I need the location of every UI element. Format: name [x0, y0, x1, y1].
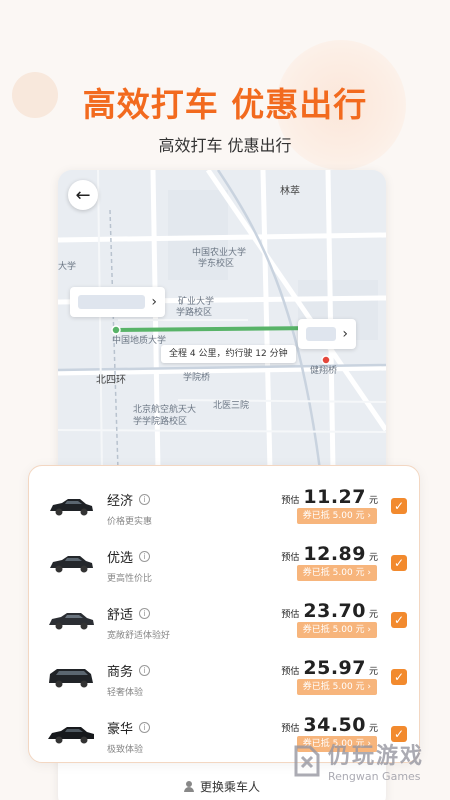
watermark-logo-icon	[294, 745, 320, 776]
switch-passenger-label: 更换乘车人	[199, 779, 260, 794]
map-label-buaa-campus: 学学院路校区	[133, 417, 188, 427]
checkbox-comfort[interactable]: ✓	[391, 612, 407, 628]
map-label-agri-campus: 学东校区	[198, 259, 235, 269]
car-option-economy[interactable]: 经济 i 价格更实惠 预估 11.27 元 券已抵 5.00 元 › ✓	[29, 472, 421, 529]
watermark-en: Rengwan Games	[327, 770, 421, 783]
car-economy-icon	[50, 499, 93, 516]
checkbox-economy[interactable]: ✓	[391, 498, 407, 514]
start-location-text	[78, 295, 146, 309]
chevron-right-icon: ›	[342, 326, 348, 342]
end-location-card[interactable]: ›	[298, 319, 356, 349]
price-estimate: 预估 11.27 元	[281, 486, 378, 508]
checkbox-preferred[interactable]: ✓	[391, 555, 407, 571]
coupon-badge[interactable]: 券已抵 5.00 元 ›	[296, 565, 377, 581]
car-name: 经济 i	[107, 490, 151, 509]
info-icon[interactable]: i	[139, 494, 151, 505]
coupon-badge[interactable]: 券已抵 5.00 元 ›	[296, 508, 377, 524]
map-label-daxue: 大学	[58, 262, 77, 272]
car-option-comfort[interactable]: 舒适 i 宽敞舒适体验好 预估 23.70 元 券已抵 5.00 元 › ✓	[29, 586, 421, 643]
car-desc: 轻奢体验	[107, 688, 144, 698]
end-location-text	[306, 327, 337, 341]
map-label-geo: 中国地质大学	[112, 336, 167, 346]
info-icon[interactable]: i	[139, 722, 151, 733]
map-label-mining-campus: 学路校区	[176, 308, 213, 318]
car-preferred-icon	[50, 556, 93, 573]
map-label-buaa: 北京航空航天大	[133, 405, 197, 415]
start-location-card[interactable]: ›	[70, 287, 165, 317]
watermark: 仍玩游戏 Rengwan Games	[292, 738, 424, 783]
map-label-xueyuanqiao: 学院桥	[183, 373, 211, 383]
map-label-beisihuan: 北四环	[96, 375, 126, 386]
coupon-badge[interactable]: 券已抵 5.00 元 ›	[296, 622, 377, 638]
hero-title: 高效打车 优惠出行	[82, 85, 368, 124]
car-name: 优选 i	[107, 547, 151, 566]
watermark-cn: 仍玩游戏	[327, 744, 424, 769]
car-options-panel: 经济 i 价格更实惠 预估 11.27 元 券已抵 5.00 元 › ✓ 优选 i 更高…	[28, 465, 420, 763]
back-arrow-icon[interactable]: ←	[68, 180, 98, 210]
map-label-mining: 矿业大学	[178, 297, 215, 307]
car-desc: 更高性价比	[107, 574, 153, 584]
car-name: 豪华 i	[107, 718, 151, 737]
map-label-jianxiang: 健翔桥	[310, 366, 338, 376]
route-summary: 全程 4 公里，约行驶 12 分钟	[161, 345, 296, 363]
map-label-beiyi: 北医三院	[213, 401, 250, 411]
chevron-right-icon: ›	[151, 294, 157, 310]
price-estimate: 预估 23.70 元	[281, 600, 378, 622]
info-icon[interactable]: i	[139, 665, 151, 676]
price-estimate: 预估 34.50 元	[281, 714, 378, 736]
info-icon[interactable]: i	[139, 551, 151, 562]
price-estimate: 预估 12.89 元	[281, 543, 378, 565]
car-luxury-icon	[48, 727, 94, 744]
car-name: 商务 i	[107, 661, 151, 680]
person-icon	[183, 780, 194, 792]
hero-subtitle: 高效打车 优惠出行	[158, 136, 292, 155]
price-estimate: 预估 25.97 元	[281, 657, 378, 679]
car-comfort-icon	[49, 613, 94, 630]
info-icon[interactable]: i	[139, 608, 151, 619]
car-option-business[interactable]: 商务 i 轻奢体验 预估 25.97 元 券已抵 5.00 元 › ✓	[29, 643, 421, 700]
checkbox-business[interactable]: ✓	[391, 669, 407, 685]
car-desc: 价格更实惠	[107, 517, 153, 527]
car-desc: 极致体验	[107, 745, 144, 755]
car-name: 舒适 i	[107, 604, 151, 623]
map-view[interactable]: ← 林萃 中国农业大学 学东校区 大学 矿业大学 学路校区 中国地质大学 北四环…	[58, 170, 386, 470]
map-label-agri: 中国农业大学	[192, 248, 247, 258]
car-business-icon	[49, 669, 93, 688]
car-option-preferred[interactable]: 优选 i 更高性价比 预估 12.89 元 券已抵 5.00 元 › ✓	[29, 529, 421, 586]
map-label-lincui: 林萃	[280, 186, 300, 197]
coupon-badge[interactable]: 券已抵 5.00 元 ›	[296, 679, 377, 695]
car-desc: 宽敞舒适体验好	[107, 631, 171, 641]
